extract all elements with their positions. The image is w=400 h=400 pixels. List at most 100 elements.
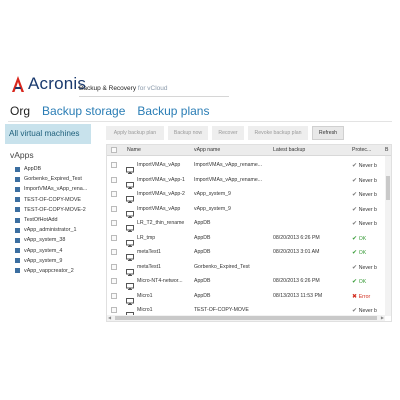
product-title: Backup & Recovery for vCloud bbox=[79, 85, 168, 92]
apply-backup-plan-button[interactable]: Apply backup plan bbox=[106, 126, 164, 140]
cell-vapp-name: AppDB bbox=[194, 220, 211, 226]
row-checkbox[interactable] bbox=[111, 278, 117, 284]
error-icon: ✖ bbox=[352, 293, 359, 300]
vapp-item[interactable]: Gorbenko_Expired_Test bbox=[5, 174, 93, 184]
revoke-backup-plan-button[interactable]: Revoke backup plan bbox=[248, 126, 308, 140]
vapp-item[interactable]: TestOfHotAdd bbox=[5, 215, 93, 225]
cell-protection-status: ✔ OK bbox=[352, 249, 386, 256]
scroll-right-icon[interactable]: ▶ bbox=[381, 315, 384, 320]
check-icon: ✔ bbox=[352, 279, 359, 285]
vapp-list: AppDB Gorbenko_Expired_Test ImportVMAs_v… bbox=[5, 164, 93, 276]
cell-vapp-name: vApp_system_9 bbox=[194, 191, 231, 197]
tab-backup-plans[interactable]: Backup plans bbox=[137, 104, 209, 120]
status-text: Never b bbox=[358, 163, 377, 169]
vapp-icon bbox=[15, 166, 20, 172]
column-header-protection[interactable]: Protec... bbox=[352, 147, 371, 153]
vapp-icon bbox=[15, 197, 20, 203]
table-row[interactable]: ImportVMAs_vApp vApp_system_9 ✔ Never b bbox=[107, 202, 387, 218]
row-checkbox[interactable] bbox=[111, 176, 117, 183]
cell-name: metaTest1 bbox=[137, 263, 161, 270]
vm-monitor-icon bbox=[126, 205, 134, 218]
column-header-b[interactable]: B bbox=[385, 147, 388, 153]
vapp-item[interactable]: vApp_system_38 bbox=[5, 235, 93, 245]
table-row[interactable]: ImportVMAs_vApp ImportVMAs_vApp_rename...… bbox=[107, 158, 387, 174]
table-row[interactable]: LR_tmp AppDB 08/20/2013 6:26 PM ✔ OK bbox=[107, 231, 387, 247]
vapp-item[interactable]: vApp_system_9 bbox=[5, 256, 93, 266]
cell-name: ImportVMAs_vApp-1 bbox=[137, 176, 185, 183]
cell-name: ImportVMAs_vApp bbox=[137, 162, 181, 168]
cell-vapp-name: AppDB bbox=[194, 292, 211, 299]
row-checkbox[interactable] bbox=[111, 234, 117, 241]
status-text: Never b bbox=[358, 221, 377, 227]
cell-protection-status: ✔ Never b bbox=[352, 264, 386, 271]
horizontal-scroll-thumb[interactable] bbox=[115, 316, 377, 320]
vapp-item[interactable]: TEST-OF-COPY-MOVE-2 bbox=[5, 205, 93, 215]
sidebar-section-vapps[interactable]: vApps bbox=[10, 150, 93, 160]
vapp-item[interactable]: ImportVMAs_vApp_rena... bbox=[5, 184, 93, 194]
row-checkbox[interactable] bbox=[111, 220, 117, 226]
status-text: OK bbox=[358, 235, 367, 242]
vertical-scroll-thumb[interactable] bbox=[386, 176, 390, 200]
vapp-item[interactable]: TEST-OF-COPY-MOVE bbox=[5, 195, 93, 205]
table-row[interactable]: metaTest1 AppDB 08/20/2013 3:01 AM ✔ OK bbox=[107, 245, 387, 261]
row-checkbox[interactable] bbox=[111, 307, 117, 313]
table-row[interactable]: metaTest1 Gorbenko_Expired_Test ✔ Never b bbox=[107, 260, 387, 276]
column-header-name[interactable]: Name bbox=[127, 147, 141, 153]
row-checkbox[interactable] bbox=[111, 205, 117, 212]
scroll-left-icon[interactable]: ◀ bbox=[108, 315, 111, 320]
check-icon: ✔ bbox=[352, 163, 359, 169]
row-checkbox[interactable] bbox=[111, 162, 117, 168]
cell-protection-status: ✔ OK bbox=[352, 235, 386, 242]
sidebar-item-all-virtual-machines[interactable]: All virtual machines bbox=[5, 124, 91, 144]
cell-latest-backup: 08/13/2013 11:53 PM bbox=[273, 292, 323, 299]
vapp-label: vApp_system_9 bbox=[24, 257, 63, 264]
cell-name: ImportVMAs_vApp bbox=[137, 205, 181, 212]
cell-protection-status: ✔ Never b bbox=[352, 177, 386, 184]
vm-monitor-icon bbox=[126, 219, 134, 232]
backup-now-button[interactable]: Backup now bbox=[168, 126, 208, 140]
table-row[interactable]: Micro1 AppDB 08/13/2013 11:53 PM ✖ Error bbox=[107, 289, 387, 305]
tab-backup-storage[interactable]: Backup storage bbox=[42, 104, 125, 120]
recover-button[interactable]: Recover bbox=[212, 126, 244, 140]
header-divider bbox=[79, 96, 229, 97]
cell-vapp-name: AppDB bbox=[194, 249, 211, 255]
column-header-latest-backup[interactable]: Latest backup bbox=[273, 147, 305, 153]
cell-vapp-name: ImportVMAs_vApp_rename... bbox=[194, 162, 263, 168]
vapp-icon bbox=[15, 217, 20, 223]
table-row[interactable]: Micro-NT4-networ... AppDB 08/20/2013 6:26 … bbox=[107, 274, 387, 290]
tab-org[interactable]: Org bbox=[10, 104, 30, 120]
horizontal-scrollbar[interactable]: ◀ ▶ bbox=[107, 315, 385, 321]
row-checkbox[interactable] bbox=[111, 249, 117, 255]
cell-name: Micro1 bbox=[137, 307, 153, 313]
vapp-item[interactable]: vApp_system_4 bbox=[5, 246, 93, 256]
select-all-checkbox[interactable] bbox=[111, 147, 117, 153]
row-checkbox[interactable] bbox=[111, 191, 117, 197]
table-row[interactable]: ImportVMAs_vApp-2 vApp_system_9 ✔ Never b bbox=[107, 187, 387, 203]
product-suffix: for vCloud bbox=[137, 85, 168, 92]
vm-monitor-icon bbox=[126, 161, 134, 174]
row-checkbox[interactable] bbox=[111, 263, 117, 270]
vapp-label: vApp_system_38 bbox=[24, 237, 66, 244]
table-header: Name vApp name Latest backup Protec... B bbox=[107, 145, 391, 156]
column-header-vapp-name[interactable]: vApp name bbox=[194, 147, 220, 153]
cell-name: Micro1 bbox=[137, 292, 153, 299]
vapp-item[interactable]: vApp_vappcreator_2 bbox=[5, 266, 93, 276]
table-row[interactable]: LR_T2_thin_rename AppDB ✔ Never b bbox=[107, 216, 387, 232]
table-row[interactable]: ImportVMAs_vApp-1 ImportVMAs_vApp_rename.… bbox=[107, 173, 387, 189]
row-checkbox[interactable] bbox=[111, 292, 117, 299]
cell-latest-backup: 08/20/2013 6:26 PM bbox=[273, 234, 320, 241]
vapp-icon bbox=[15, 248, 20, 254]
cell-protection-status: ✔ Never b bbox=[352, 206, 386, 213]
check-icon: ✔ bbox=[352, 250, 359, 256]
vapp-item[interactable]: AppDB bbox=[5, 164, 93, 174]
status-text: Never b bbox=[358, 206, 377, 213]
vapp-item[interactable]: vApp_administrator_1 bbox=[5, 225, 93, 235]
status-text: Never b bbox=[358, 177, 377, 184]
vm-monitor-icon bbox=[126, 190, 134, 203]
cell-protection-status: ✔ OK bbox=[352, 278, 386, 285]
vapp-label: vApp_administrator_1 bbox=[24, 227, 77, 234]
refresh-button[interactable]: Refresh bbox=[312, 126, 344, 140]
action-toolbar: Apply backup plan Backup now Recover Rev… bbox=[106, 126, 348, 140]
product-brand: Backup & Recovery bbox=[79, 85, 137, 92]
vertical-scrollbar[interactable] bbox=[385, 156, 391, 316]
